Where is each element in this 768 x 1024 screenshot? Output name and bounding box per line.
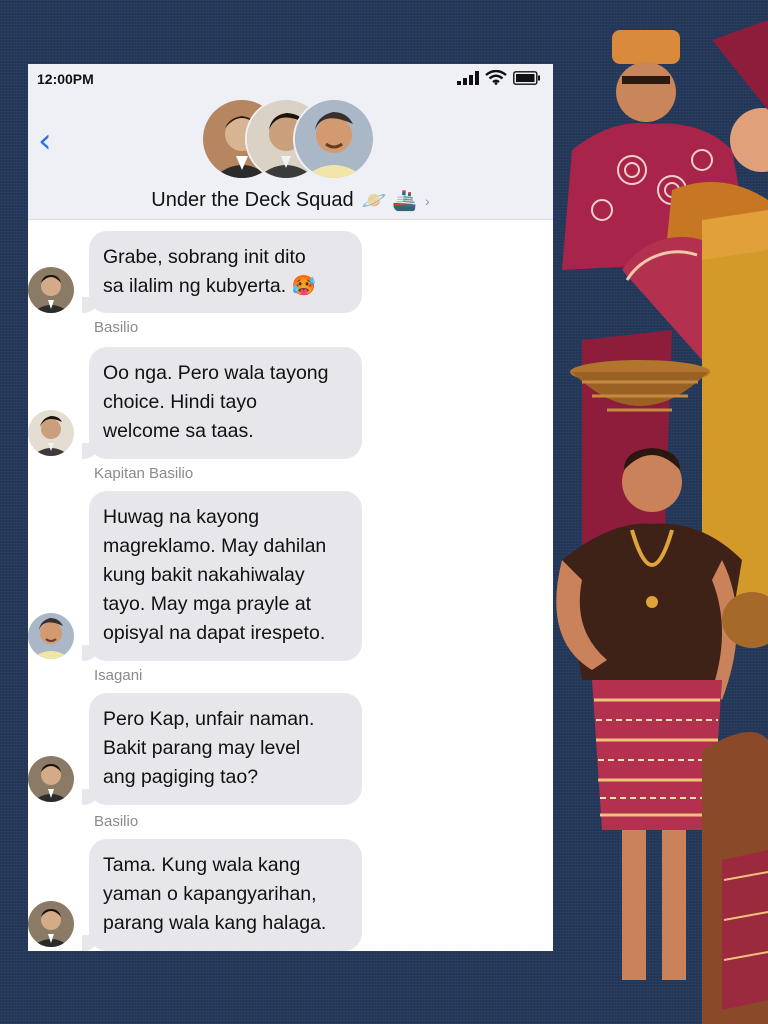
message-bubble[interactable]: Huwag na kayong magreklamo. May dahilan …: [82, 491, 362, 661]
message-line: yaman o kapangyarihan,: [103, 883, 317, 905]
message-line: Oo nga. Pero wala tayong: [103, 362, 329, 384]
bubble-tail: [82, 789, 98, 805]
message-line: opisyal na dapat irespeto.: [103, 622, 326, 644]
message-line: kung bakit nakahiwalay: [103, 564, 305, 586]
avatar-isagani-icon[interactable]: [28, 756, 74, 802]
message-line: choice. Hindi tayo: [103, 391, 257, 413]
message-line: Grabe, sobrang init dito: [103, 246, 306, 268]
sender-name: Basilio: [94, 319, 139, 336]
message-line: Bakit parang may level: [103, 737, 301, 759]
status-time: 12:00PM: [37, 71, 94, 87]
message-bubble[interactable]: Tama. Kung wala kang yaman o kapangyarih…: [82, 839, 362, 951]
avatar-kapitan-basilio-icon: [293, 98, 375, 180]
avatar-isagani-icon[interactable]: [28, 901, 74, 947]
message-line: magreklamo. May dahilan: [103, 535, 327, 557]
message-bubble[interactable]: Grabe, sobrang init dito sa ilalim ng ku…: [82, 231, 362, 313]
avatar-basilio-icon[interactable]: [28, 410, 74, 456]
message-line: welcome sa taas.: [103, 420, 254, 442]
message-bubble[interactable]: Pero Kap, unfair naman. Bakit parang may…: [82, 693, 362, 805]
message-line: Huwag na kayong: [103, 506, 260, 528]
bubble-tail: [82, 935, 98, 951]
message-line: sa ilalim ng kubyerta. 🥵: [103, 275, 316, 297]
avatar-isagani-icon[interactable]: [28, 267, 74, 313]
bubble-tail: [82, 297, 98, 313]
chat-header: 12:00PM ‹ Under the Deck Squad 🪐 🚢 ›: [28, 64, 553, 220]
wifi-icon: [485, 70, 507, 85]
message-line: tayo. May mga prayle at: [103, 593, 312, 615]
message-line: Pero Kap, unfair naman.: [103, 708, 315, 730]
chevron-right-icon: ›: [425, 192, 430, 209]
message-bubble[interactable]: Oo nga. Pero wala tayong choice. Hindi t…: [82, 347, 362, 459]
chat-title-row[interactable]: Under the Deck Squad 🪐 🚢 ›: [28, 188, 553, 213]
chat-screen: 12:00PM ‹ Under the Deck Squad 🪐 🚢 › Gra…: [28, 64, 553, 951]
message-line: ang pagiging tao?: [103, 766, 259, 788]
sender-name: Basilio: [94, 813, 139, 830]
message-line: Tama. Kung wala kang: [103, 854, 301, 876]
signal-icon: [457, 71, 479, 85]
bubble-tail: [82, 443, 98, 459]
sender-name: Kapitan Basilio: [94, 465, 194, 482]
bubble-tail: [82, 645, 98, 661]
back-button[interactable]: ‹: [38, 124, 52, 158]
message-line: parang wala kang halaga.: [103, 912, 327, 934]
group-avatars[interactable]: [201, 98, 375, 180]
title-emojis: 🪐 🚢: [361, 190, 418, 212]
avatar-kapitan-basilio-icon[interactable]: [28, 613, 74, 659]
cultural-illustration: [552, 0, 768, 1024]
status-icons: [457, 70, 541, 85]
chat-title: Under the Deck Squad: [151, 189, 354, 211]
message-list[interactable]: Grabe, sobrang init dito sa ilalim ng ku…: [28, 219, 553, 951]
battery-icon: [513, 71, 540, 85]
sender-name: Isagani: [94, 667, 143, 684]
